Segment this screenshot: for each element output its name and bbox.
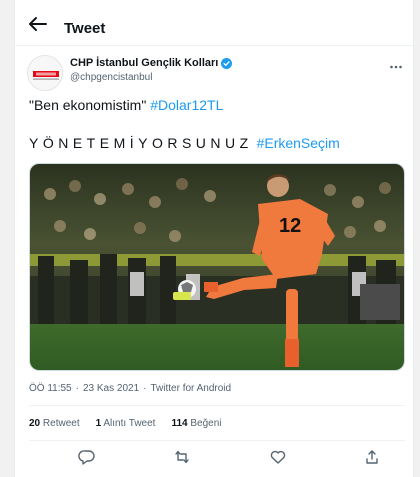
page-header: Tweet xyxy=(15,0,413,46)
goalkeeper-photo: 12 xyxy=(30,164,404,370)
meta-separator-1: · xyxy=(75,383,79,394)
like-icon[interactable] xyxy=(269,448,287,466)
tweet-source[interactable]: Twitter for Android xyxy=(150,383,231,395)
hashtag-erkensecim[interactable]: #ErkenSeçim xyxy=(257,135,340,151)
author-name-row[interactable]: CHP İstanbul Gençlik Kolları xyxy=(70,57,233,70)
tweet-page: Tweet CHP İstanbul Gençlik Kolları @chpg… xyxy=(14,0,414,477)
meta-separator-2: · xyxy=(143,383,147,394)
likes-label: Beğeni xyxy=(190,418,222,429)
likes-count: 114 xyxy=(171,418,188,429)
hashtag-dolar12tl[interactable]: #Dolar12TL xyxy=(150,97,223,113)
tweet-text-line-2: YÖNETEMİYORSUNUZ #ErkenSeçim xyxy=(29,135,340,152)
tweet-text-slogan: YÖNETEMİYORSUNUZ xyxy=(29,135,253,151)
author-name[interactable]: CHP İstanbul Gençlik Kolları xyxy=(70,57,218,70)
retweets-stat[interactable]: 20 Retweet xyxy=(29,418,80,430)
share-icon[interactable] xyxy=(363,448,381,466)
tweet-text-line-1: "Ben ekonomistim" #Dolar12TL xyxy=(29,97,223,114)
likes-stat[interactable]: 114 Beğeni xyxy=(171,418,221,430)
reply-icon[interactable] xyxy=(78,448,96,466)
quotes-stat[interactable]: 1 Alıntı Tweet xyxy=(96,418,156,430)
tweet-actions xyxy=(29,448,405,468)
quotes-label: Alıntı Tweet xyxy=(103,418,156,429)
verified-badge-icon xyxy=(221,58,233,69)
divider-top xyxy=(29,405,405,406)
tweet-meta: ÖÖ 11:55 · 23 Kas 2021 · Twitter for And… xyxy=(29,383,231,395)
avatar[interactable] xyxy=(27,55,63,91)
page-title: Tweet xyxy=(64,20,106,37)
arrow-left-icon[interactable] xyxy=(27,16,49,32)
retweet-icon[interactable] xyxy=(173,448,191,466)
retweets-label: Retweet xyxy=(42,418,80,429)
tweet-time[interactable]: ÖÖ 11:55 xyxy=(29,383,72,395)
tweet-date[interactable]: 23 Kas 2021 xyxy=(83,383,139,395)
tweet-media-image[interactable]: 12 xyxy=(29,163,405,371)
more-options-icon[interactable] xyxy=(389,60,403,74)
quotes-count: 1 xyxy=(95,418,102,429)
tweet-text-quote: "Ben ekonomistim" xyxy=(29,97,147,113)
retweets-count: 20 xyxy=(29,418,41,429)
author-handle[interactable]: @chpgencistanbul xyxy=(70,72,152,84)
chp-logo-avatar xyxy=(28,56,62,90)
divider-bottom xyxy=(29,440,405,441)
tweet-stats: 20 Retweet 1 Alıntı Tweet 114 Beğeni xyxy=(29,418,222,430)
jersey-number: 12 xyxy=(279,215,301,237)
